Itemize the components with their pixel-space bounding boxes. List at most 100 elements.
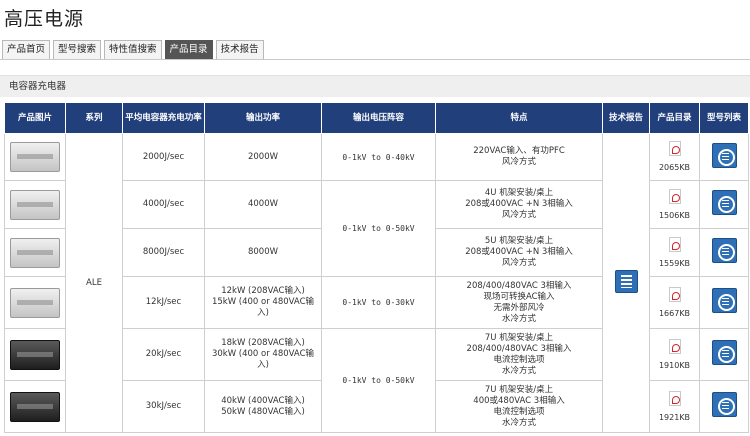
- product-photo-icon[interactable]: [10, 189, 60, 220]
- model-list-icon[interactable]: [711, 392, 737, 417]
- features-cell: 7U 机架安装/桌上 400或480VAC 3相输入 电流控制选项 水冷方式: [435, 380, 603, 433]
- header-voltage: 输出电压阵容: [321, 102, 436, 134]
- tab-divider: [0, 59, 750, 60]
- product-photo-cell: [4, 228, 66, 277]
- model-list-icon[interactable]: [711, 340, 737, 365]
- output-power-cell: 18kW (208VAC输入) 30kW (400 or 480VAC输入): [204, 328, 322, 381]
- page-title: 高压电源: [4, 8, 85, 30]
- pdf-icon[interactable]: [668, 141, 681, 156]
- tab-model-search[interactable]: 型号搜索: [53, 40, 102, 59]
- product-photo-icon[interactable]: [10, 391, 60, 422]
- avg-power-cell: 4000J/sec: [122, 180, 205, 229]
- feature-line: 208或400VAC +N 3相输入: [465, 199, 573, 209]
- feature-line: 无需外部风冷: [493, 302, 545, 313]
- output-power-line: 15kW (400 or 480VAC输入): [211, 297, 315, 318]
- avg-power-cell: 30kJ/sec: [122, 380, 205, 433]
- file-size: 1910KB: [658, 360, 691, 370]
- features-cell: 7U 机架安装/桌上 208/400/480VAC 3相输入 电流控制选项 水冷…: [435, 328, 603, 381]
- file-size: 1921KB: [658, 412, 691, 422]
- output-power-line: 30kW (400 or 480VAC输入): [211, 349, 315, 370]
- output-power-line: 2000W: [247, 151, 279, 162]
- product-photo-cell: [4, 328, 66, 381]
- product-table: 产品图片 系列 平均电容器充电功率 输出功率 输出电压阵容 特点 技术报告 产品…: [4, 102, 749, 433]
- voltage-cell: 0-1kV to 0-50kV: [321, 328, 436, 433]
- feature-line: 现场可转换AC输入: [483, 291, 555, 302]
- header-features: 特点: [435, 102, 603, 134]
- header-avg-power: 平均电容器充电功率: [122, 102, 205, 134]
- model-list-icon[interactable]: [711, 142, 737, 168]
- table-header-row: 产品图片 系列 平均电容器充电功率 输出功率 输出电压阵容 特点 技术报告 产品…: [4, 102, 749, 134]
- tab-tech-report[interactable]: 技术报告: [215, 40, 264, 59]
- feature-line: 7U 机架安装/桌上: [484, 384, 554, 395]
- feature-line: 风冷方式: [501, 258, 536, 268]
- product-photo-cell: [4, 380, 66, 433]
- product-photo-cell: [4, 276, 66, 329]
- feature-line: 水冷方式: [501, 313, 536, 324]
- avg-power-cell: 20kJ/sec: [122, 328, 205, 381]
- product-photo-icon[interactable]: [10, 237, 60, 268]
- product-photo-icon[interactable]: [10, 142, 60, 172]
- catalog-cell[interactable]: 1921KB: [649, 380, 700, 433]
- output-power-line: 8000W: [247, 247, 279, 257]
- catalog-cell[interactable]: 1667KB: [649, 276, 700, 329]
- tab-product-home[interactable]: 产品首页: [2, 40, 51, 59]
- output-power-line: 12kW (208VAC输入): [221, 286, 305, 296]
- output-power-line: 4000W: [247, 199, 279, 209]
- voltage-cell: 0-1kV to 0-40kV: [321, 133, 436, 181]
- model-list-icon[interactable]: [711, 190, 737, 215]
- file-size: 1506KB: [658, 210, 691, 220]
- model-list-cell: [699, 228, 749, 277]
- voltage-cell: 0-1kV to 0-30kV: [321, 276, 436, 329]
- model-list-icon[interactable]: [711, 288, 737, 313]
- feature-line: 风冷方式: [501, 210, 536, 220]
- pdf-icon[interactable]: [668, 236, 681, 252]
- model-list-icon[interactable]: [711, 238, 737, 263]
- tab-product-catalog[interactable]: 产品目录: [164, 40, 213, 59]
- output-power-cell: 12kW (208VAC输入) 15kW (400 or 480VAC输入): [204, 276, 322, 329]
- feature-line: 220VAC输入、有功PFC: [473, 146, 565, 156]
- output-power-cell: 8000W: [204, 228, 322, 277]
- catalog-cell[interactable]: 1910KB: [649, 328, 700, 381]
- pdf-icon[interactable]: [668, 188, 681, 204]
- pdf-icon[interactable]: [668, 338, 681, 354]
- output-power-cell: 40kW (400VAC输入) 50kW (480VAC输入): [204, 380, 322, 433]
- model-list-cell: [699, 133, 749, 181]
- feature-line: 5U 机架安装/桌上: [484, 236, 554, 246]
- model-list-cell: [699, 276, 749, 329]
- catalog-cell[interactable]: 1506KB: [649, 180, 700, 229]
- file-size: 2065KB: [658, 163, 691, 172]
- header-catalog: 产品目录: [649, 102, 700, 134]
- product-photo-icon[interactable]: [10, 339, 60, 370]
- output-power-line: 40kW (400VAC输入): [221, 395, 305, 406]
- catalog-cell[interactable]: 2065KB: [649, 133, 700, 181]
- model-list-cell: [699, 328, 749, 381]
- feature-line: 风冷方式: [501, 157, 536, 167]
- feature-line: 208/400/480VAC 3相输入: [466, 343, 572, 354]
- catalog-cell[interactable]: 1559KB: [649, 228, 700, 277]
- series-cell: ALE: [65, 133, 123, 433]
- feature-line: 400或480VAC 3相输入: [473, 395, 565, 406]
- model-list-cell: [699, 380, 749, 433]
- tab-spec-search[interactable]: 特性值搜索: [104, 40, 162, 59]
- tab-bar: 产品首页 型号搜索 特性值搜索 产品目录 技术报告: [2, 40, 264, 60]
- table-row: ALE 2000J/sec 2000W 0-1kV to 0-40kV 220V…: [4, 133, 749, 433]
- header-photo: 产品图片: [4, 102, 66, 134]
- product-photo-icon[interactable]: [10, 287, 60, 318]
- output-power-line: 18kW (208VAC输入): [221, 338, 305, 348]
- pdf-icon[interactable]: [668, 390, 681, 406]
- document-icon[interactable]: [614, 269, 638, 293]
- features-cell: 4U 机架安装/桌上 208或400VAC +N 3相输入 风冷方式: [435, 180, 603, 229]
- feature-line: 电流控制选项: [493, 406, 545, 417]
- feature-line: 208/400/480VAC 3相输入: [466, 280, 572, 291]
- features-cell: 208/400/480VAC 3相输入 现场可转换AC输入 无需外部风冷 水冷方…: [435, 276, 603, 329]
- avg-power-cell: 2000J/sec: [122, 133, 205, 181]
- feature-line: 电流控制选项: [493, 354, 545, 365]
- feature-line: 4U 机架安装/桌上: [484, 188, 554, 198]
- avg-power-cell: 8000J/sec: [122, 228, 205, 277]
- voltage-cell: 0-1kV to 0-50kV: [321, 180, 436, 277]
- pdf-icon[interactable]: [668, 286, 681, 302]
- model-list-cell: [699, 180, 749, 229]
- output-power-line: 50kW (480VAC输入): [221, 406, 305, 417]
- file-size: 1667KB: [658, 308, 691, 318]
- header-tech-report: 技术报告: [602, 102, 650, 134]
